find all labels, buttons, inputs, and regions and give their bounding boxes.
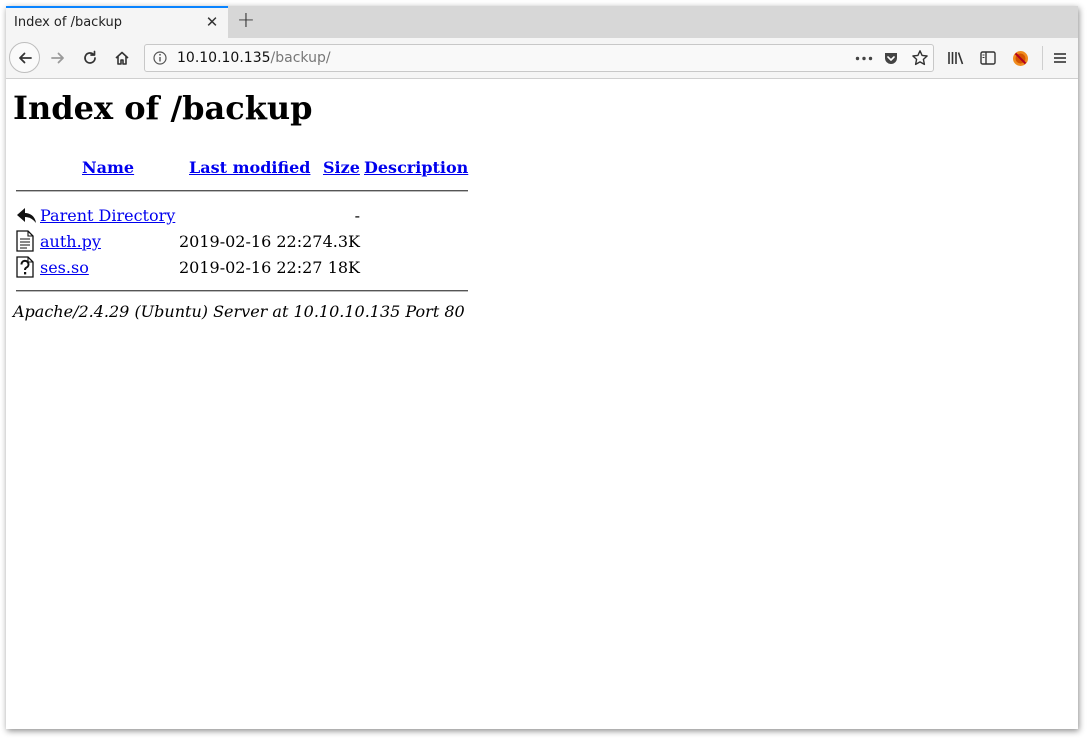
url-host: 10.10.10.135	[177, 50, 271, 66]
header-divider	[16, 190, 468, 192]
menu-button[interactable]	[1051, 49, 1069, 67]
toolbar-divider	[1042, 46, 1043, 70]
sort-description-link[interactable]: Description	[364, 158, 468, 177]
nav-toolbar: 10.10.10.135/backup/	[6, 38, 1078, 79]
close-icon[interactable]: ✕	[204, 14, 220, 30]
sort-name-link[interactable]: Name	[82, 158, 134, 177]
pocket-icon[interactable]	[883, 50, 899, 66]
url-text[interactable]: 10.10.10.135/backup/	[177, 50, 331, 66]
library-icon	[948, 52, 964, 65]
file-link[interactable]: auth.py	[40, 232, 101, 251]
new-tab-button[interactable]: +	[236, 10, 256, 32]
home-button[interactable]	[113, 49, 131, 67]
file-link[interactable]: ses.so	[40, 258, 89, 277]
reload-button[interactable]	[81, 49, 99, 67]
browser-window: Index of /backup ✕ + 10.10.10.135/backup…	[6, 6, 1078, 729]
file-link[interactable]: Parent Directory	[40, 206, 175, 225]
home-icon	[115, 51, 129, 65]
info-icon[interactable]	[153, 51, 167, 65]
tab-title: Index of /backup	[14, 15, 122, 30]
server-signature: Apache/2.4.29 (Ubuntu) Server at 10.10.1…	[13, 302, 465, 321]
page-content: Index of /backup Name Last modified Size…	[6, 79, 1078, 729]
sort-last-modified-link[interactable]: Last modified	[189, 158, 310, 177]
tab-active[interactable]: Index of /backup ✕	[6, 6, 228, 38]
forward-button[interactable]	[49, 49, 67, 67]
forward-arrow-icon	[51, 52, 64, 64]
file-modified: 2019-02-16 22:27	[179, 258, 323, 277]
addon-button[interactable]	[1011, 49, 1029, 67]
tab-strip: Index of /backup ✕ +	[6, 6, 1078, 38]
bookmark-star-icon[interactable]	[911, 49, 929, 67]
url-path: /backup/	[270, 50, 331, 66]
footer-divider	[16, 290, 468, 292]
back-button[interactable]	[9, 42, 40, 73]
reload-icon	[84, 50, 96, 64]
file-modified: 2019-02-16 22:27	[179, 232, 323, 251]
library-button[interactable]	[947, 49, 965, 67]
sort-size-link[interactable]: Size	[323, 158, 360, 177]
back-arrow-icon	[17, 208, 36, 223]
sidebar-button[interactable]	[979, 49, 997, 67]
sidebar-icon	[980, 51, 996, 65]
text-file-icon	[16, 230, 34, 252]
addon-icon	[1012, 50, 1028, 66]
hamburger-menu-icon	[1054, 53, 1066, 63]
file-size: 4.3K	[322, 232, 360, 251]
url-bar[interactable]: 10.10.10.135/backup/	[144, 44, 934, 72]
unknown-file-icon	[16, 256, 34, 278]
back-arrow-icon	[18, 52, 32, 63]
page-title: Index of /backup	[13, 89, 313, 127]
file-size: -	[354, 206, 360, 225]
file-size: 18K	[327, 258, 360, 277]
more-actions-icon[interactable]	[855, 56, 873, 61]
